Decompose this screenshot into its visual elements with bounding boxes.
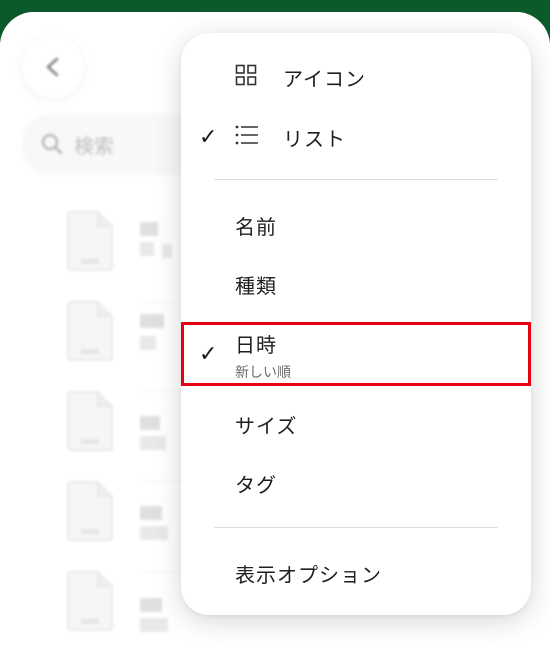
svg-text:DATA: DATA: [81, 618, 99, 626]
sort-date-text: 日時 新しい順: [235, 329, 291, 382]
svg-text:DATA: DATA: [81, 258, 99, 266]
menu-divider: [214, 179, 498, 180]
chevron-left-icon: [46, 57, 59, 77]
menu-item-label: 日時: [235, 333, 277, 357]
back-button[interactable]: [22, 36, 84, 98]
file-icon: DATA: [66, 210, 114, 272]
menu-item-sort-date[interactable]: ✓ 日時 新しい順: [181, 325, 531, 383]
menu-item-sort-size[interactable]: サイズ: [181, 402, 531, 446]
grid-icon: [235, 64, 257, 90]
file-icon: DATA: [66, 480, 114, 542]
search-icon: [41, 133, 63, 155]
menu-item-label: アイコン: [283, 66, 366, 91]
menu-item-label: サイズ: [235, 413, 298, 438]
menu-item-sort-tag[interactable]: タグ: [181, 461, 531, 505]
menu-item-label: リスト: [283, 126, 346, 151]
menu-item-label: タグ: [235, 472, 277, 497]
file-icon: DATA: [66, 390, 114, 452]
checkmark-icon: ✓: [199, 341, 218, 367]
search-placeholder: 検索: [74, 133, 114, 158]
svg-text:DATA: DATA: [81, 438, 99, 446]
menu-item-list-view[interactable]: ✓ リスト: [181, 115, 531, 159]
menu-item-display-options[interactable]: 表示オプション: [181, 551, 531, 595]
svg-text:DATA: DATA: [81, 528, 99, 536]
menu-item-sort-type[interactable]: 種類: [181, 262, 531, 306]
view-sort-menu: アイコン ✓ リスト 名前 種類 ✓ 日時 新しい順 サイズ タグ 表示オプショ…: [181, 33, 531, 615]
file-icon: DATA: [66, 570, 114, 632]
file-icon: DATA: [66, 300, 114, 362]
list-icon: [235, 124, 259, 150]
checkmark-icon: ✓: [199, 124, 218, 150]
menu-item-sort-name[interactable]: 名前: [181, 203, 531, 247]
menu-divider: [214, 527, 498, 528]
menu-item-label: 名前: [235, 214, 277, 239]
menu-item-label: 種類: [235, 273, 277, 298]
menu-item-label: 表示オプション: [235, 562, 382, 587]
svg-text:DATA: DATA: [81, 348, 99, 356]
menu-item-sublabel: 新しい順: [235, 365, 291, 381]
menu-item-icon-view[interactable]: アイコン: [181, 55, 531, 99]
